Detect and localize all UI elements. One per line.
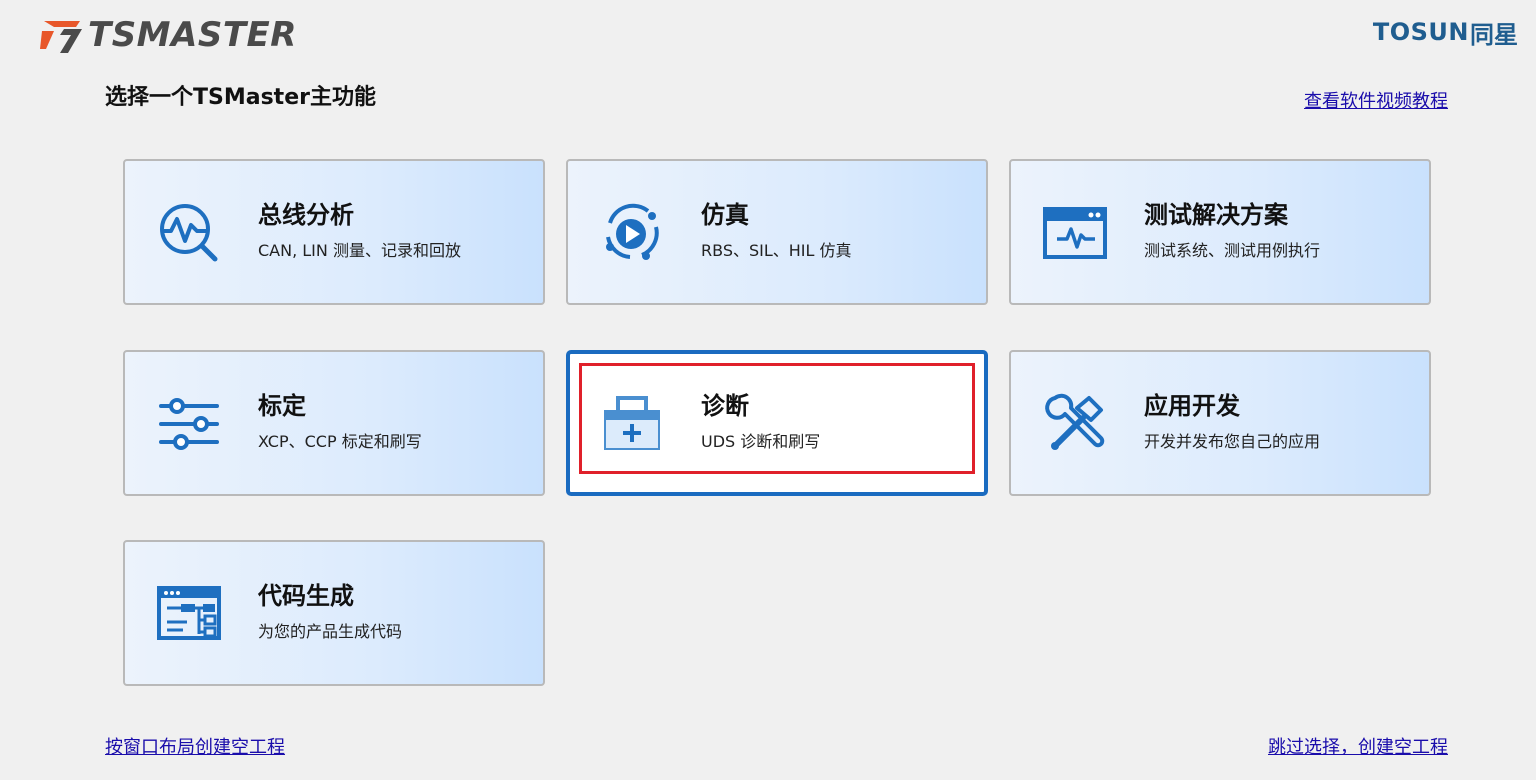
card-title: 标定 bbox=[258, 392, 306, 420]
card-subtitle: 为您的产品生成代码 bbox=[258, 622, 403, 641]
tsmaster-logo-mark-icon bbox=[40, 21, 82, 53]
test-window-icon bbox=[1043, 207, 1107, 259]
bus-analysis-icon bbox=[160, 204, 218, 262]
card-title: 测试解决方案 bbox=[1144, 201, 1288, 229]
card-subtitle: 测试系统、测试用例执行 bbox=[1144, 241, 1321, 260]
create-project-by-layout-link[interactable]: 按窗口布局创建空工程 bbox=[105, 733, 285, 759]
logo-text: TSMASTER bbox=[88, 15, 297, 55]
medical-kit-icon bbox=[604, 396, 660, 450]
card-subtitle: 开发并发布您自己的应用 bbox=[1144, 432, 1321, 451]
card-subtitle: RBS、SIL、HIL 仿真 bbox=[701, 241, 852, 260]
tosun-brand-logo: TOSUN 同星 bbox=[1372, 16, 1518, 49]
tsmaster-logo: TSMASTER bbox=[40, 12, 297, 58]
card-subtitle: UDS 诊断和刷写 bbox=[701, 432, 821, 451]
video-tutorial-link[interactable]: 查看软件视频教程 bbox=[1304, 87, 1448, 113]
card-title: 应用开发 bbox=[1144, 392, 1240, 420]
card-subtitle: XCP、CCP 标定和刷写 bbox=[258, 432, 422, 451]
card-bus-analysis[interactable]: 总线分析 CAN, LIN 测量、记录和回放 bbox=[123, 159, 545, 305]
brand-logo-latin: TOSUN bbox=[1372, 18, 1469, 46]
tools-icon bbox=[1045, 393, 1105, 450]
skip-create-empty-project-link[interactable]: 跳过选择，创建空工程 bbox=[1268, 733, 1448, 759]
card-calibration[interactable]: 标定 XCP、CCP 标定和刷写 bbox=[123, 350, 545, 496]
card-subtitle: CAN, LIN 测量、记录和回放 bbox=[258, 241, 461, 260]
page-title: 选择一个TSMaster主功能 bbox=[105, 85, 376, 110]
sliders-icon bbox=[159, 398, 219, 450]
card-title: 仿真 bbox=[701, 201, 749, 229]
brand-logo-cjk: 同星 bbox=[1470, 20, 1518, 49]
tsmaster-start-page: TSMASTER TOSUN 同星 选择一个TSMaster主功能 查看软件视频… bbox=[0, 0, 1536, 780]
card-code-generation[interactable]: 代码生成 为您的产品生成代码 bbox=[123, 540, 545, 686]
code-generation-icon bbox=[157, 586, 221, 640]
simulation-play-icon bbox=[606, 203, 659, 260]
card-simulation[interactable]: 仿真 RBS、SIL、HIL 仿真 bbox=[566, 159, 988, 305]
card-test-solution[interactable]: 测试解决方案 测试系统、测试用例执行 bbox=[1009, 159, 1431, 305]
card-title: 诊断 bbox=[701, 392, 749, 420]
card-diagnostics[interactable]: 诊断 UDS 诊断和刷写 bbox=[566, 350, 988, 496]
card-app-development[interactable]: 应用开发 开发并发布您自己的应用 bbox=[1009, 350, 1431, 496]
card-title: 代码生成 bbox=[258, 582, 354, 610]
card-title: 总线分析 bbox=[258, 201, 354, 229]
